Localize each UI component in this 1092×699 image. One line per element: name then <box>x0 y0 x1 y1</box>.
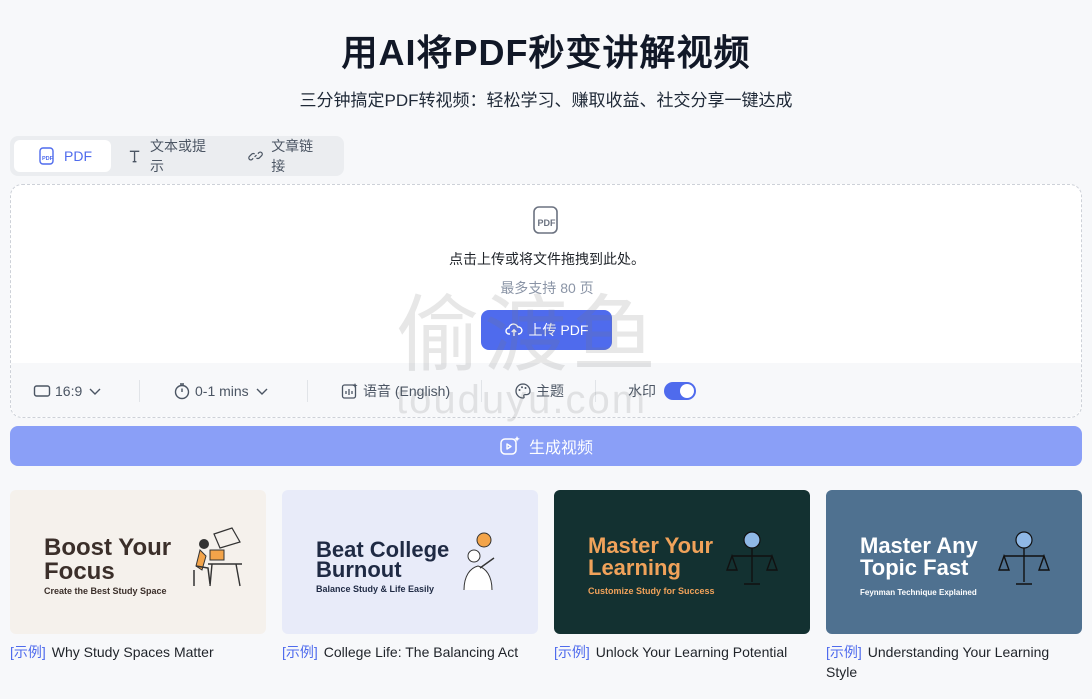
chevron-down-icon <box>89 388 101 395</box>
card-subtitle: Create the Best Study Space <box>44 586 167 596</box>
upload-dropzone[interactable]: PDF 点击上传或将文件拖拽到此处。 最多支持 80 页 上传 PDF 16:9… <box>10 184 1082 418</box>
ratio-icon <box>33 385 51 397</box>
example-card-focus[interactable]: Boost Your Focus Create the Best Study S… <box>10 490 266 634</box>
card-subtitle: Balance Study & Life Easily <box>316 584 435 594</box>
desk-illustration-icon <box>193 527 242 587</box>
timer-icon <box>174 383 190 400</box>
divider <box>595 380 596 402</box>
svg-text:PDF: PDF <box>42 156 54 162</box>
divider <box>481 380 482 402</box>
card-title-line2: Burnout <box>316 557 402 582</box>
example-caption-text: Why Study Spaces Matter <box>51 644 214 660</box>
link-icon <box>248 151 263 161</box>
tab-text-label: 文本或提示 <box>150 138 207 174</box>
voice-value: 语音 (English) <box>363 383 451 399</box>
tab-text[interactable]: 文本或提示 <box>111 138 232 174</box>
balance-scale-person-icon <box>998 531 1050 585</box>
options-bar: 16:9 0-1 mins 语音 (English) 主题 水印 <box>11 375 1083 407</box>
aspect-ratio-value: 16:9 <box>55 383 83 399</box>
example-caption[interactable]: [示例] Understanding Your Learning Style <box>826 642 1082 682</box>
pdf-icon: PDF <box>39 147 54 165</box>
palette-icon <box>515 383 531 399</box>
tab-pdf[interactable]: PDF PDF <box>14 140 111 172</box>
card-subtitle: Feynman Technique Explained <box>860 588 977 597</box>
text-icon <box>129 150 140 163</box>
example-tag: [示例] <box>282 644 318 660</box>
watermark-toggle-group: 水印 <box>628 381 696 401</box>
example-card-burnout[interactable]: Beat College Burnout Balance Study & Lif… <box>282 490 538 634</box>
example-card-learning[interactable]: Master Your Learning Customize Study for… <box>554 490 810 634</box>
example-tag: [示例] <box>826 644 862 660</box>
video-sparkle-icon <box>500 436 520 455</box>
example-caption[interactable]: [示例] Why Study Spaces Matter <box>10 642 266 662</box>
generate-video-button[interactable]: 生成视频 <box>10 426 1082 466</box>
example-caption-text: College Life: The Balancing Act <box>323 644 519 660</box>
aspect-ratio-select[interactable]: 16:9 <box>33 383 108 399</box>
watermark-toggle[interactable] <box>664 382 696 400</box>
divider <box>139 380 140 402</box>
example-caption[interactable]: [示例] College Life: The Balancing Act <box>282 642 538 662</box>
card-subtitle: Customize Study for Success <box>588 586 715 596</box>
example-caption-text: Unlock Your Learning Potential <box>595 644 788 660</box>
voice-select[interactable]: 语音 (English) <box>341 381 450 401</box>
page-title: 用AI将PDF秒变讲解视频 <box>341 32 751 73</box>
example-tag: [示例] <box>554 644 590 660</box>
duration-value: 0-1 mins <box>195 383 249 399</box>
theme-label: 主题 <box>536 383 564 399</box>
upload-pdf-button[interactable]: 上传 PDF <box>481 310 612 350</box>
chevron-down-icon <box>256 388 268 395</box>
watermark-label: 水印 <box>628 383 656 399</box>
tab-link-label: 文章链接 <box>271 138 314 174</box>
card-title-line2: Topic Fast <box>860 555 969 580</box>
example-caption[interactable]: [示例] Unlock Your Learning Potential <box>554 642 810 662</box>
card-title-line2: Learning <box>588 555 681 580</box>
duration-select[interactable]: 0-1 mins <box>173 382 275 400</box>
example-card-topic[interactable]: Master Any Topic Fast Feynman Technique … <box>826 490 1082 634</box>
generate-video-label: 生成视频 <box>528 440 593 457</box>
tab-link[interactable]: 文章链接 <box>232 138 340 174</box>
pdf-file-icon: PDF <box>533 206 558 234</box>
balance-scale-person-icon <box>726 531 778 585</box>
source-tabs: PDF PDF 文本或提示 文章链接 <box>10 136 344 176</box>
theme-select[interactable]: 主题 <box>514 381 564 401</box>
card-title-line2: Focus <box>44 558 115 585</box>
stressed-person-icon <box>463 532 495 591</box>
svg-text:PDF: PDF <box>538 218 557 228</box>
card-title-line1: Boost Your <box>44 534 172 561</box>
example-tag: [示例] <box>10 644 46 660</box>
page-subtitle: 三分钟搞定PDF转视频：轻松学习、赚取收益、社交分享一键达成 <box>299 91 793 110</box>
divider <box>307 380 308 402</box>
voice-icon <box>341 383 358 399</box>
upload-instruction: 点击上传或将文件拖拽到此处。 <box>449 251 645 267</box>
cloud-upload-icon <box>504 323 523 336</box>
upload-pdf-label: 上传 PDF <box>528 322 589 338</box>
tab-pdf-label: PDF <box>64 148 92 164</box>
upload-page-limit: 最多支持 80 页 <box>500 280 594 296</box>
